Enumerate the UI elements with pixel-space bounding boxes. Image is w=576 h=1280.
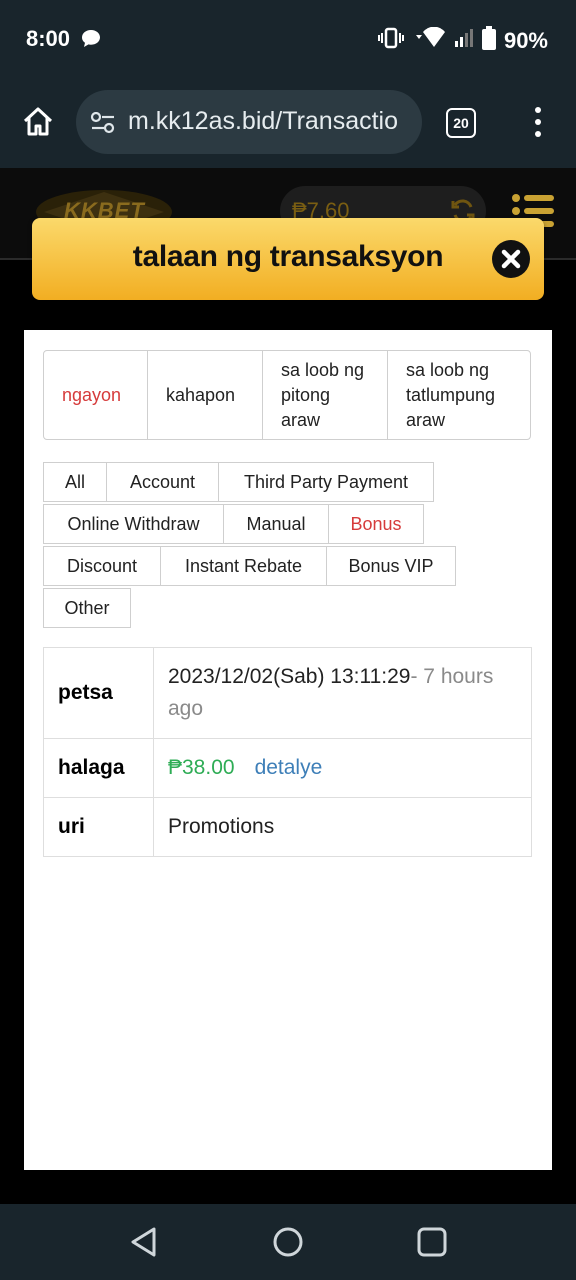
home-icon[interactable] bbox=[20, 104, 56, 140]
home-nav-icon[interactable] bbox=[272, 1226, 304, 1263]
table-row: halaga ₱38.00 detalye bbox=[43, 738, 532, 798]
tab-last-7-days[interactable]: sa loob ng pitong araw bbox=[263, 351, 388, 439]
filter-online-withdraw[interactable]: Online Withdraw bbox=[43, 504, 224, 544]
vibrate-icon bbox=[377, 27, 404, 55]
filter-instant-rebate[interactable]: Instant Rebate bbox=[160, 546, 327, 586]
url-text[interactable]: m.kk12as.bid/Transactio bbox=[128, 107, 416, 136]
battery-percent: 90% bbox=[503, 28, 548, 53]
browser-toolbar: m.kk12as.bid/Transactio 20 bbox=[0, 80, 576, 169]
signal-icon bbox=[454, 28, 474, 54]
date-value: 2023/12/02(Sab) 13:11:29 bbox=[168, 665, 411, 688]
type-label: uri bbox=[43, 797, 154, 857]
recents-icon[interactable] bbox=[416, 1226, 448, 1263]
back-icon[interactable] bbox=[128, 1226, 160, 1263]
filter-all[interactable]: All bbox=[43, 462, 107, 502]
status-time: 8:00 bbox=[26, 26, 71, 51]
filter-bonus-vip[interactable]: Bonus VIP bbox=[326, 546, 456, 586]
tab-today[interactable]: ngayon bbox=[44, 351, 148, 439]
wifi-icon bbox=[412, 26, 446, 55]
table-row: uri Promotions bbox=[43, 797, 532, 857]
system-nav-bar bbox=[0, 1204, 576, 1280]
table-row: petsa 2023/12/02(Sab) 13:11:29- 7 hours … bbox=[43, 647, 532, 739]
close-button[interactable] bbox=[492, 240, 530, 278]
filter-account[interactable]: Account bbox=[106, 462, 219, 502]
amount-label: halaga bbox=[43, 738, 154, 798]
battery-icon bbox=[481, 26, 496, 56]
filter-manual[interactable]: Manual bbox=[223, 504, 329, 544]
filter-third-party-payment[interactable]: Third Party Payment bbox=[218, 462, 434, 502]
amount-value: ₱38.00 bbox=[168, 756, 235, 779]
browser-menu-icon[interactable] bbox=[530, 104, 546, 144]
modal-header: talaan ng transaksyon bbox=[32, 218, 544, 300]
filter-discount[interactable]: Discount bbox=[43, 546, 161, 586]
tab-switcher-button[interactable]: 20 bbox=[446, 108, 476, 138]
transaction-record: petsa 2023/12/02(Sab) 13:11:29- 7 hours … bbox=[43, 647, 532, 857]
type-value: Promotions bbox=[153, 797, 532, 857]
filter-bonus[interactable]: Bonus bbox=[328, 504, 424, 544]
transaction-panel: ngayon kahapon sa loob ng pitong araw sa… bbox=[24, 330, 552, 1170]
filter-other[interactable]: Other bbox=[43, 588, 131, 628]
address-bar[interactable]: m.kk12as.bid/Transactio bbox=[76, 90, 422, 154]
modal-title: talaan ng transaksyon bbox=[132, 240, 444, 273]
chat-notification-icon bbox=[80, 28, 102, 55]
detail-link[interactable]: detalye bbox=[255, 756, 323, 779]
close-icon bbox=[501, 249, 521, 269]
status-bar: 8:00 90% bbox=[0, 0, 576, 80]
date-label: petsa bbox=[43, 647, 154, 739]
site-settings-icon[interactable] bbox=[90, 111, 116, 139]
date-cell: 2023/12/02(Sab) 13:11:29- 7 hours ago bbox=[153, 647, 532, 739]
tab-yesterday[interactable]: kahapon bbox=[148, 351, 263, 439]
tab-last-30-days[interactable]: sa loob ng tatlumpung araw bbox=[388, 351, 529, 439]
amount-cell: ₱38.00 detalye bbox=[153, 738, 532, 798]
date-range-tabs: ngayon kahapon sa loob ng pitong araw sa… bbox=[43, 350, 531, 440]
